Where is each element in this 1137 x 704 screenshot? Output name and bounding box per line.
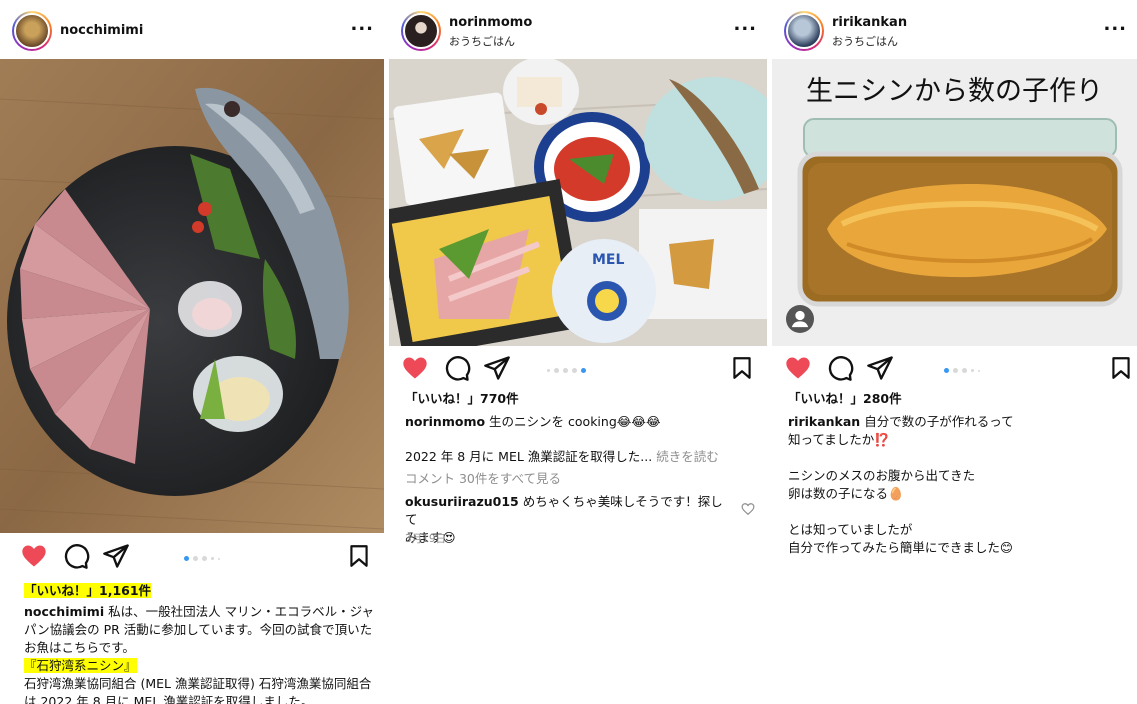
share-icon[interactable] bbox=[102, 542, 130, 570]
caption-text: 生のニシンを cooking bbox=[489, 414, 617, 429]
caption: nocchimimi 私は、一般社団法人 マリン・エコラベル・ジャ パン協議会の… bbox=[24, 603, 374, 704]
caption-username[interactable]: nocchimimi bbox=[24, 604, 104, 619]
tagged-user-icon[interactable] bbox=[786, 305, 814, 333]
post-nocchimimi: nocchimimi ... 「いいね！」1,161件 nocchimimi 私… bbox=[0, 0, 384, 704]
save-bookmark-icon[interactable] bbox=[729, 354, 755, 382]
username[interactable]: norinmomo bbox=[449, 15, 532, 30]
caption-line: パン協議会の PR 活動に参加しています。今回の試食で頂いた bbox=[24, 622, 373, 637]
caption-line: 卵は数の子になる bbox=[788, 486, 889, 501]
username[interactable]: ririkankan bbox=[832, 15, 907, 30]
post-photo[interactable]: 生ニシンから数の子作り bbox=[772, 59, 1137, 346]
save-bookmark-icon[interactable] bbox=[1108, 354, 1134, 382]
more-options-icon[interactable]: ... bbox=[350, 14, 374, 35]
caption: norinmomo 生のニシンを cooking😂😂😂 bbox=[405, 413, 757, 431]
action-bar bbox=[772, 354, 1137, 390]
like-heart-icon[interactable] bbox=[20, 542, 48, 570]
post-header: norinmomo おうちごはん ... bbox=[389, 0, 767, 62]
caption-username[interactable]: ririkankan bbox=[788, 414, 860, 429]
location-subtitle[interactable]: おうちごはん bbox=[449, 33, 515, 49]
svg-text:MEL: MEL bbox=[592, 252, 624, 268]
egg-emoji-icon: 🥚 bbox=[888, 486, 904, 501]
action-bar bbox=[389, 354, 767, 390]
more-options-icon[interactable]: ... bbox=[1103, 14, 1127, 35]
avatar[interactable] bbox=[784, 11, 824, 51]
like-count[interactable]: 「いいね！」770件 bbox=[405, 390, 519, 408]
avatar[interactable] bbox=[401, 11, 441, 51]
comment-icon[interactable] bbox=[443, 354, 471, 382]
post-date: 3月19日 bbox=[405, 533, 447, 545]
exclamation-question-emoji-icon: ⁉️ bbox=[874, 432, 890, 447]
post-header: ririkankan おうちごはん ... bbox=[772, 0, 1137, 62]
read-more-link[interactable]: 続きを読む bbox=[656, 449, 719, 464]
username[interactable]: nocchimimi bbox=[60, 23, 143, 38]
view-comments-link[interactable]: コメント 30件をすべて見る bbox=[405, 470, 561, 488]
comment-icon[interactable] bbox=[826, 354, 854, 382]
post-ririkankan: ririkankan おうちごはん ... 生ニシンから数の子作り 「いいね！」… bbox=[772, 0, 1137, 704]
like-heart-icon[interactable] bbox=[401, 354, 429, 382]
post-photo[interactable]: MEL bbox=[389, 59, 767, 346]
caption-line: お魚はこちらです。 bbox=[24, 640, 135, 655]
carousel-indicator bbox=[184, 556, 220, 561]
caption-line: 知ってましたか bbox=[788, 432, 875, 447]
post-norinmomo: norinmomo おうちごはん ... MEL 「いいね！」770件 nori… bbox=[389, 0, 767, 704]
caption-line: とは知っていましたが bbox=[788, 522, 913, 537]
caption-username[interactable]: norinmomo bbox=[405, 414, 485, 429]
body-line: は 2022 年 8 月に MEL 漁業認証を取得しました。 bbox=[24, 694, 314, 704]
highlight-text: 『石狩湾系ニシン』 bbox=[24, 658, 137, 673]
like-count[interactable]: 「いいね！」1,161件 bbox=[24, 582, 152, 600]
like-count[interactable]: 「いいね！」280件 bbox=[788, 390, 902, 408]
avatar[interactable] bbox=[12, 11, 52, 51]
comment: okusuriirazu015 めちゃくちゃ美味しそうです！探して みます😍 bbox=[405, 493, 725, 547]
caption-line: 自分で作ってみたら簡単にできました bbox=[788, 540, 1000, 555]
laughing-emoji-icon: 😂😂😂 bbox=[616, 414, 661, 429]
share-icon[interactable] bbox=[483, 354, 511, 382]
post-header: nocchimimi ... bbox=[0, 0, 384, 62]
comment-icon[interactable] bbox=[62, 542, 90, 570]
body-line: 石狩湾漁業協同組合 (MEL 漁業認証取得) 石狩湾漁業協同組合 bbox=[24, 676, 372, 691]
caption-preview: 2022 年 8 月に MEL 漁業認証を取得した... bbox=[405, 449, 653, 464]
save-bookmark-icon[interactable] bbox=[346, 542, 372, 570]
like-heart-icon[interactable] bbox=[784, 354, 812, 382]
carousel-indicator bbox=[547, 368, 586, 373]
share-icon[interactable] bbox=[866, 354, 894, 382]
location-subtitle[interactable]: おうちごはん bbox=[832, 33, 898, 49]
caption: ririkankan 自分で数の子が作れるって 知ってましたか⁉️ ニシンのメス… bbox=[788, 413, 1128, 557]
smile-emoji-icon: 😊 bbox=[999, 540, 1013, 555]
caption-more: 2022 年 8 月に MEL 漁業認証を取得した... 続きを読む bbox=[405, 448, 757, 466]
caption-line: ニシンのメスのお腹から出てきた bbox=[788, 468, 976, 483]
caption-line: 自分で数の子が作れるって bbox=[864, 414, 1014, 429]
carousel-indicator bbox=[944, 368, 980, 373]
comment-username[interactable]: okusuriirazu015 bbox=[405, 494, 519, 509]
action-bar bbox=[0, 542, 384, 578]
comment-like-heart-icon[interactable] bbox=[741, 502, 755, 516]
post-photo[interactable] bbox=[0, 59, 384, 533]
caption-line: 私は、一般社団法人 マリン・エコラベル・ジャ bbox=[108, 604, 374, 619]
more-options-icon[interactable]: ... bbox=[733, 14, 757, 35]
